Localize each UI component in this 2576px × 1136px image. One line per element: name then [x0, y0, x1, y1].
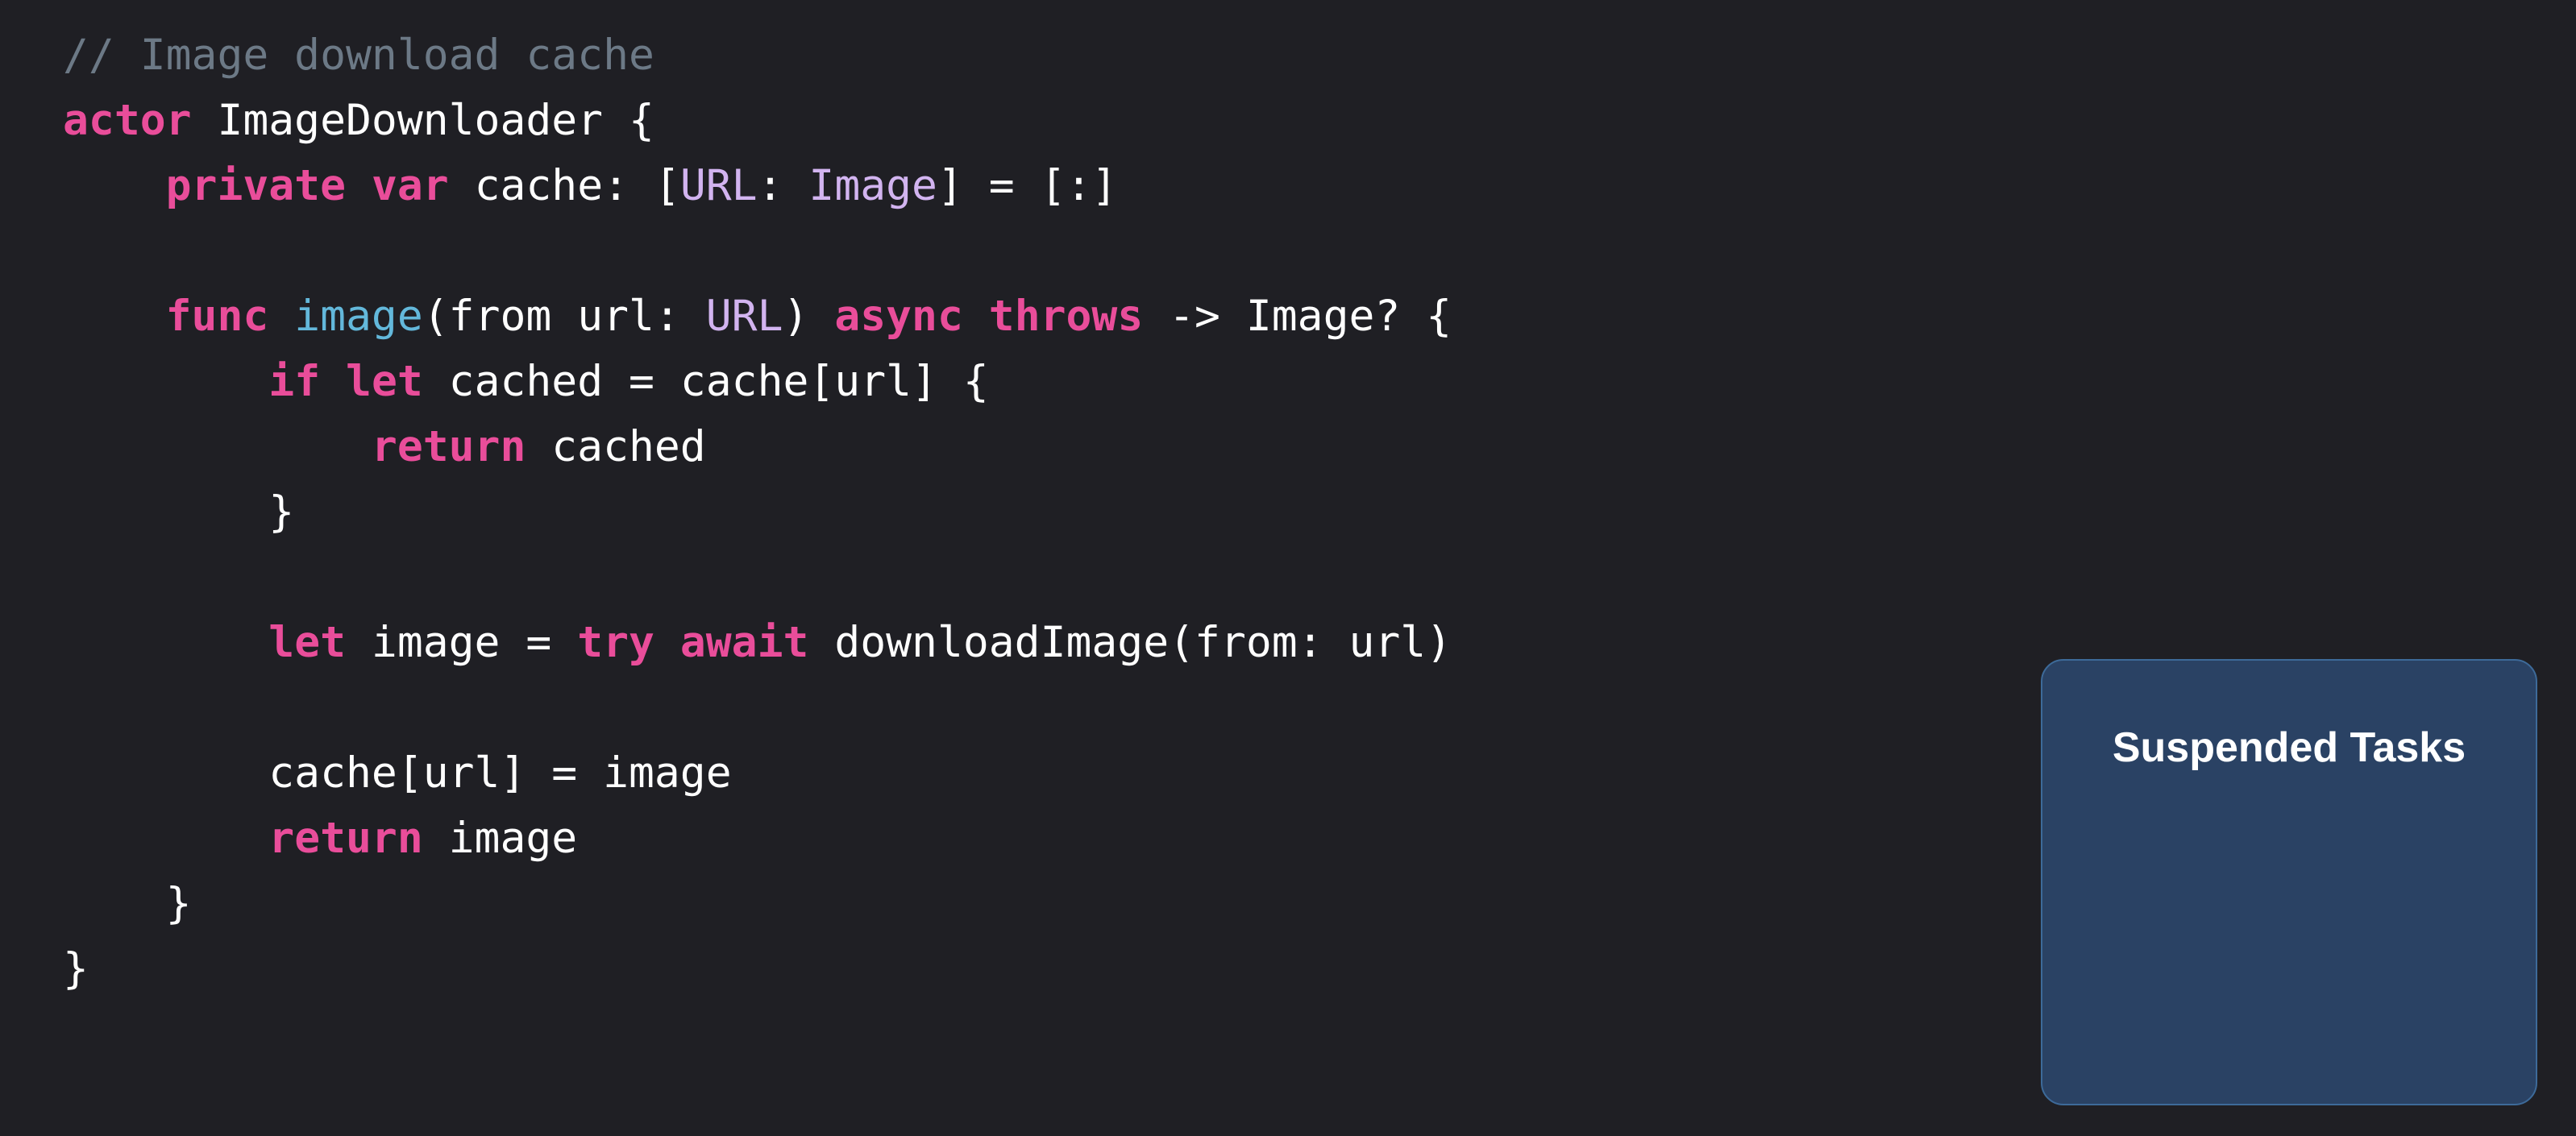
code-line: // Image download cache	[63, 23, 1452, 88]
code-keyword: func	[165, 292, 269, 341]
code-text: )	[783, 292, 835, 341]
code-keyword: if	[268, 357, 321, 406]
code-keyword: let	[268, 618, 347, 667]
code-text: cached = cache[url] {	[422, 357, 989, 406]
code-text: :	[757, 161, 809, 210]
code-text: (from url:	[422, 292, 706, 341]
code-line: }	[63, 936, 1452, 1001]
code-line: return image	[63, 806, 1452, 871]
code-block: // Image download cache actor ImageDownlo…	[63, 23, 1452, 1001]
code-text: downloadImage(from: url)	[808, 618, 1452, 667]
code-text: cache: [	[448, 161, 680, 210]
code-keyword: throws	[988, 292, 1144, 341]
code-text: cache[url] = image	[63, 748, 732, 798]
code-type: Image	[808, 161, 937, 210]
code-comment: // Image download cache	[63, 31, 654, 80]
code-line: }	[63, 479, 1452, 545]
code-text: -> Image? {	[1143, 292, 1452, 341]
code-keyword: async	[834, 292, 963, 341]
code-line: if let cached = cache[url] {	[63, 349, 1452, 414]
code-keyword: var	[371, 161, 449, 210]
code-type: URL	[705, 292, 783, 341]
code-keyword: return	[268, 814, 423, 863]
code-text: }	[63, 487, 295, 537]
code-text: image =	[346, 618, 578, 667]
code-text: }	[63, 879, 192, 928]
code-line: func image(from url: URL) async throws -…	[63, 284, 1452, 349]
code-text: }	[63, 944, 89, 993]
code-line: }	[63, 871, 1452, 936]
code-function: image	[294, 292, 423, 341]
code-line: private var cache: [URL: Image] = [:]	[63, 153, 1452, 218]
panel-title: Suspended Tasks	[2112, 724, 2466, 771]
code-text: ImageDownloader {	[191, 96, 654, 145]
code-line: cache[url] = image	[63, 740, 1452, 806]
code-type: URL	[679, 161, 758, 210]
code-line: let image = try await downloadImage(from…	[63, 610, 1452, 675]
suspended-tasks-panel: Suspended Tasks	[2041, 659, 2537, 1105]
code-keyword: let	[346, 357, 423, 406]
code-line: return cached	[63, 414, 1452, 479]
code-keyword: return	[371, 422, 526, 471]
code-keyword: try	[577, 618, 654, 667]
code-text: image	[422, 814, 578, 863]
code-text: cached	[526, 422, 706, 471]
code-text: ] = [:]	[937, 161, 1118, 210]
code-keyword: private	[165, 161, 347, 210]
code-keyword: await	[679, 618, 809, 667]
code-line: actor ImageDownloader {	[63, 88, 1452, 153]
code-editor: // Image download cache actor ImageDownlo…	[0, 0, 2576, 1136]
code-keyword: actor	[63, 96, 192, 145]
